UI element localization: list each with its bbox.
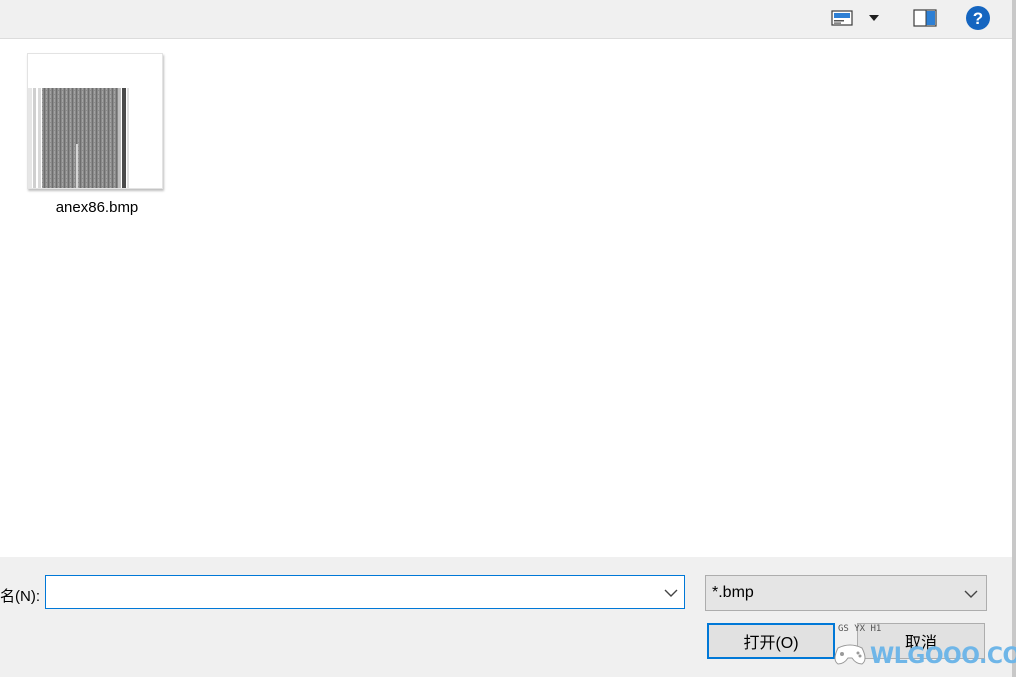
open-button-label: 打开(O) (743, 635, 799, 652)
toolbar: ? (0, 0, 1012, 39)
file-name: anex86.bmp (55, 199, 139, 216)
filename-input[interactable] (48, 578, 656, 606)
triangle-down-icon[interactable] (864, 6, 884, 30)
cancel-button[interactable]: 取消 (857, 623, 985, 659)
scanned-document-thumbnail (27, 53, 163, 189)
file-type-value: *.bmp (712, 584, 754, 601)
chevron-down-icon[interactable] (664, 585, 678, 603)
file-item[interactable]: anex86.bmp (27, 53, 167, 223)
window-edge (1012, 0, 1016, 677)
file-type-select[interactable]: *.bmp (705, 575, 987, 611)
filename-label: 名(N): (0, 588, 40, 605)
help-icon[interactable]: ? (964, 6, 992, 30)
open-button[interactable]: 打开(O) (707, 623, 835, 659)
cancel-button-label: 取消 (904, 635, 937, 652)
preview-pane-icon[interactable] (912, 6, 938, 30)
chevron-down-icon[interactable] (964, 586, 978, 604)
dialog-footer: 名(N): *.bmp 打开(O) 取消 (0, 557, 1012, 677)
help-glyph: ? (973, 9, 983, 28)
file-list-pane[interactable]: anex86.bmp (0, 39, 1012, 557)
view-options-icon[interactable] (830, 6, 854, 30)
filename-combobox[interactable] (45, 575, 685, 609)
